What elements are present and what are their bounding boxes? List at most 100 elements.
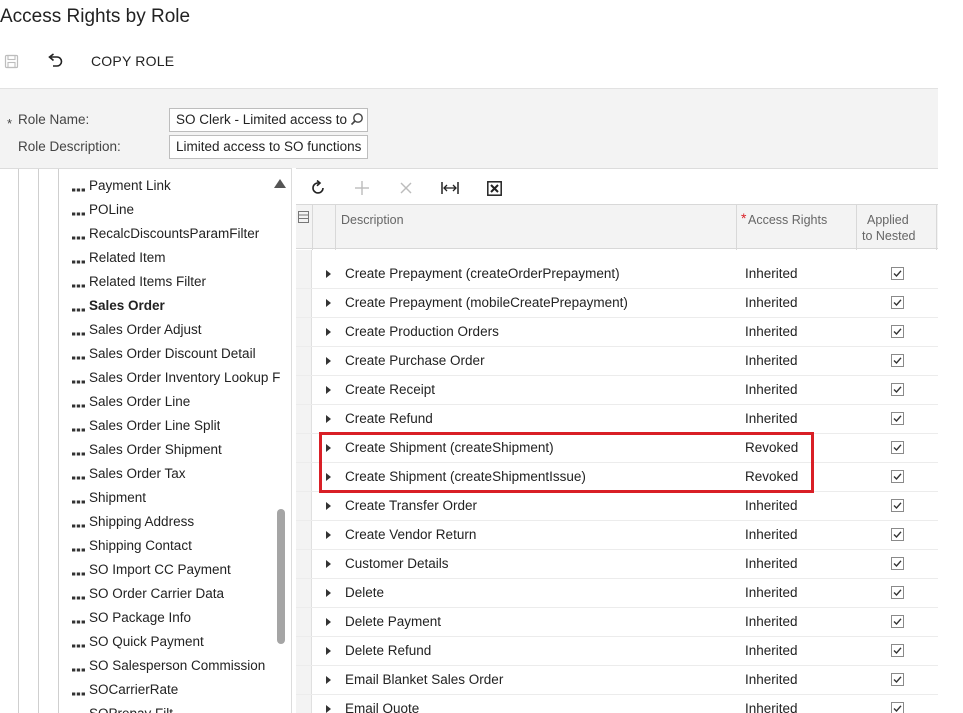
tree-item[interactable]: Sales Order	[72, 293, 165, 317]
tree-item[interactable]: Sales Order Discount Detail	[72, 341, 256, 365]
row-access-rights[interactable]: Inherited	[745, 382, 798, 397]
expand-arrow-icon[interactable]	[326, 618, 331, 626]
tree-item[interactable]: Sales Order Inventory Lookup F	[72, 365, 280, 389]
row-access-rights[interactable]: Inherited	[745, 324, 798, 339]
fit-columns-icon[interactable]	[440, 178, 460, 198]
tree-item[interactable]: SO Salesperson Commission	[72, 653, 265, 677]
applied-to-nested-checkbox[interactable]	[891, 644, 904, 657]
tree-item[interactable]: RecalcDiscountsParamFilter	[72, 221, 259, 245]
row-access-rights[interactable]: Inherited	[745, 701, 798, 713]
tree-item[interactable]: Sales Order Shipment	[72, 437, 222, 461]
tree-item[interactable]: SO Import CC Payment	[72, 557, 231, 581]
search-icon[interactable]	[350, 112, 364, 129]
row-access-rights[interactable]: Inherited	[745, 353, 798, 368]
expand-arrow-icon[interactable]	[326, 357, 331, 365]
tree-item-label: Sales Order Discount Detail	[89, 345, 256, 361]
expand-arrow-icon[interactable]	[326, 386, 331, 394]
tree-item[interactable]: Shipping Address	[72, 509, 194, 533]
row-access-rights[interactable]: Inherited	[745, 498, 798, 513]
tree-item[interactable]: Shipping Contact	[72, 533, 192, 557]
applied-to-nested-checkbox[interactable]	[891, 383, 904, 396]
expand-arrow-icon[interactable]	[326, 589, 331, 597]
undo-icon[interactable]	[44, 52, 66, 70]
table-row[interactable]: Create Refund Inherited	[296, 405, 938, 434]
tree-scrollbar[interactable]	[270, 169, 290, 713]
table-row[interactable]: Create Purchase Order Inherited	[296, 347, 938, 376]
add-row-icon[interactable]	[352, 178, 372, 198]
role-name-field[interactable]: SO Clerk - Limited access to SO function…	[169, 108, 368, 132]
applied-to-nested-checkbox[interactable]	[891, 528, 904, 541]
tree-item[interactable]: Sales Order Tax	[72, 461, 186, 485]
tree-item[interactable]: SO Order Carrier Data	[72, 581, 224, 605]
expand-arrow-icon[interactable]	[326, 328, 331, 336]
expand-arrow-icon[interactable]	[326, 299, 331, 307]
tree-item[interactable]: Shipment	[72, 485, 146, 509]
expand-arrow-icon[interactable]	[326, 502, 331, 510]
expand-arrow-icon[interactable]	[326, 270, 331, 278]
header-separator	[856, 205, 857, 250]
export-excel-icon[interactable]	[484, 178, 504, 198]
table-row[interactable]: Create Vendor Return Inherited	[296, 521, 938, 550]
table-row[interactable]: Email Quote Inherited	[296, 695, 938, 713]
row-description: Create Refund	[345, 411, 433, 426]
tree-item[interactable]: POLine	[72, 197, 134, 221]
applied-to-nested-checkbox[interactable]	[891, 702, 904, 713]
applied-to-nested-checkbox[interactable]	[891, 470, 904, 483]
applied-to-nested-checkbox[interactable]	[891, 615, 904, 628]
row-access-rights[interactable]: Inherited	[745, 672, 798, 687]
applied-to-nested-checkbox[interactable]	[891, 673, 904, 686]
tree-item[interactable]: SO Quick Payment	[72, 629, 204, 653]
tree-item[interactable]: SOCarrierRate	[72, 677, 178, 701]
tree-item[interactable]: Payment Link	[72, 173, 171, 197]
delete-row-icon[interactable]	[396, 178, 416, 198]
table-row[interactable]: Customer Details Inherited	[296, 550, 938, 579]
row-access-rights[interactable]: Inherited	[745, 411, 798, 426]
table-row[interactable]: Delete Refund Inherited	[296, 637, 938, 666]
applied-to-nested-checkbox[interactable]	[891, 267, 904, 280]
expand-arrow-icon[interactable]	[326, 676, 331, 684]
tree-item[interactable]: Sales Order Line Split	[72, 413, 220, 437]
tree-item[interactable]: Sales Order Adjust	[72, 317, 202, 341]
scrollbar-thumb[interactable]	[277, 509, 285, 644]
row-access-rights[interactable]: Inherited	[745, 556, 798, 571]
table-icon	[72, 182, 85, 194]
table-row[interactable]: Email Blanket Sales Order Inherited	[296, 666, 938, 695]
table-row[interactable]: Create Transfer Order Inherited	[296, 492, 938, 521]
row-access-rights[interactable]: Inherited	[745, 585, 798, 600]
role-description-field[interactable]: Limited access to SO functions	[169, 135, 368, 159]
table-row[interactable]: Create Prepayment (createOrderPrepayment…	[296, 260, 938, 289]
applied-to-nested-checkbox[interactable]	[891, 412, 904, 425]
expand-arrow-icon[interactable]	[326, 531, 331, 539]
tree-item[interactable]: SOPrepay Filt	[72, 701, 173, 713]
table-row[interactable]: Delete Payment Inherited	[296, 608, 938, 637]
copy-role-button[interactable]: COPY ROLE	[91, 53, 174, 69]
tree-item[interactable]: Related Items Filter	[72, 269, 206, 293]
save-icon[interactable]	[2, 52, 20, 70]
applied-to-nested-checkbox[interactable]	[891, 557, 904, 570]
table-icon	[72, 470, 85, 482]
expand-arrow-icon[interactable]	[326, 560, 331, 568]
row-access-rights[interactable]: Inherited	[745, 527, 798, 542]
applied-to-nested-checkbox[interactable]	[891, 325, 904, 338]
row-access-rights[interactable]: Inherited	[745, 614, 798, 629]
tree-item[interactable]: Related Item	[72, 245, 166, 269]
applied-to-nested-checkbox[interactable]	[891, 441, 904, 454]
scroll-up-icon[interactable]	[274, 175, 286, 191]
table-row[interactable]: Delete Inherited	[296, 579, 938, 608]
row-access-rights[interactable]: Inherited	[745, 266, 798, 281]
table-row[interactable]: Create Prepayment (mobileCreatePrepaymen…	[296, 289, 938, 318]
tree-item[interactable]: SO Package Info	[72, 605, 191, 629]
row-access-rights[interactable]: Inherited	[745, 643, 798, 658]
applied-to-nested-checkbox[interactable]	[891, 499, 904, 512]
tree-item[interactable]: Sales Order Line	[72, 389, 190, 413]
applied-to-nested-checkbox[interactable]	[891, 586, 904, 599]
table-row[interactable]: Create Production Orders Inherited	[296, 318, 938, 347]
refresh-icon[interactable]	[308, 178, 328, 198]
row-access-rights[interactable]: Inherited	[745, 295, 798, 310]
applied-to-nested-checkbox[interactable]	[891, 354, 904, 367]
applied-to-nested-checkbox[interactable]	[891, 296, 904, 309]
expand-arrow-icon[interactable]	[326, 647, 331, 655]
expand-arrow-icon[interactable]	[326, 705, 331, 713]
expand-arrow-icon[interactable]	[326, 415, 331, 423]
table-row[interactable]: Create Receipt Inherited	[296, 376, 938, 405]
